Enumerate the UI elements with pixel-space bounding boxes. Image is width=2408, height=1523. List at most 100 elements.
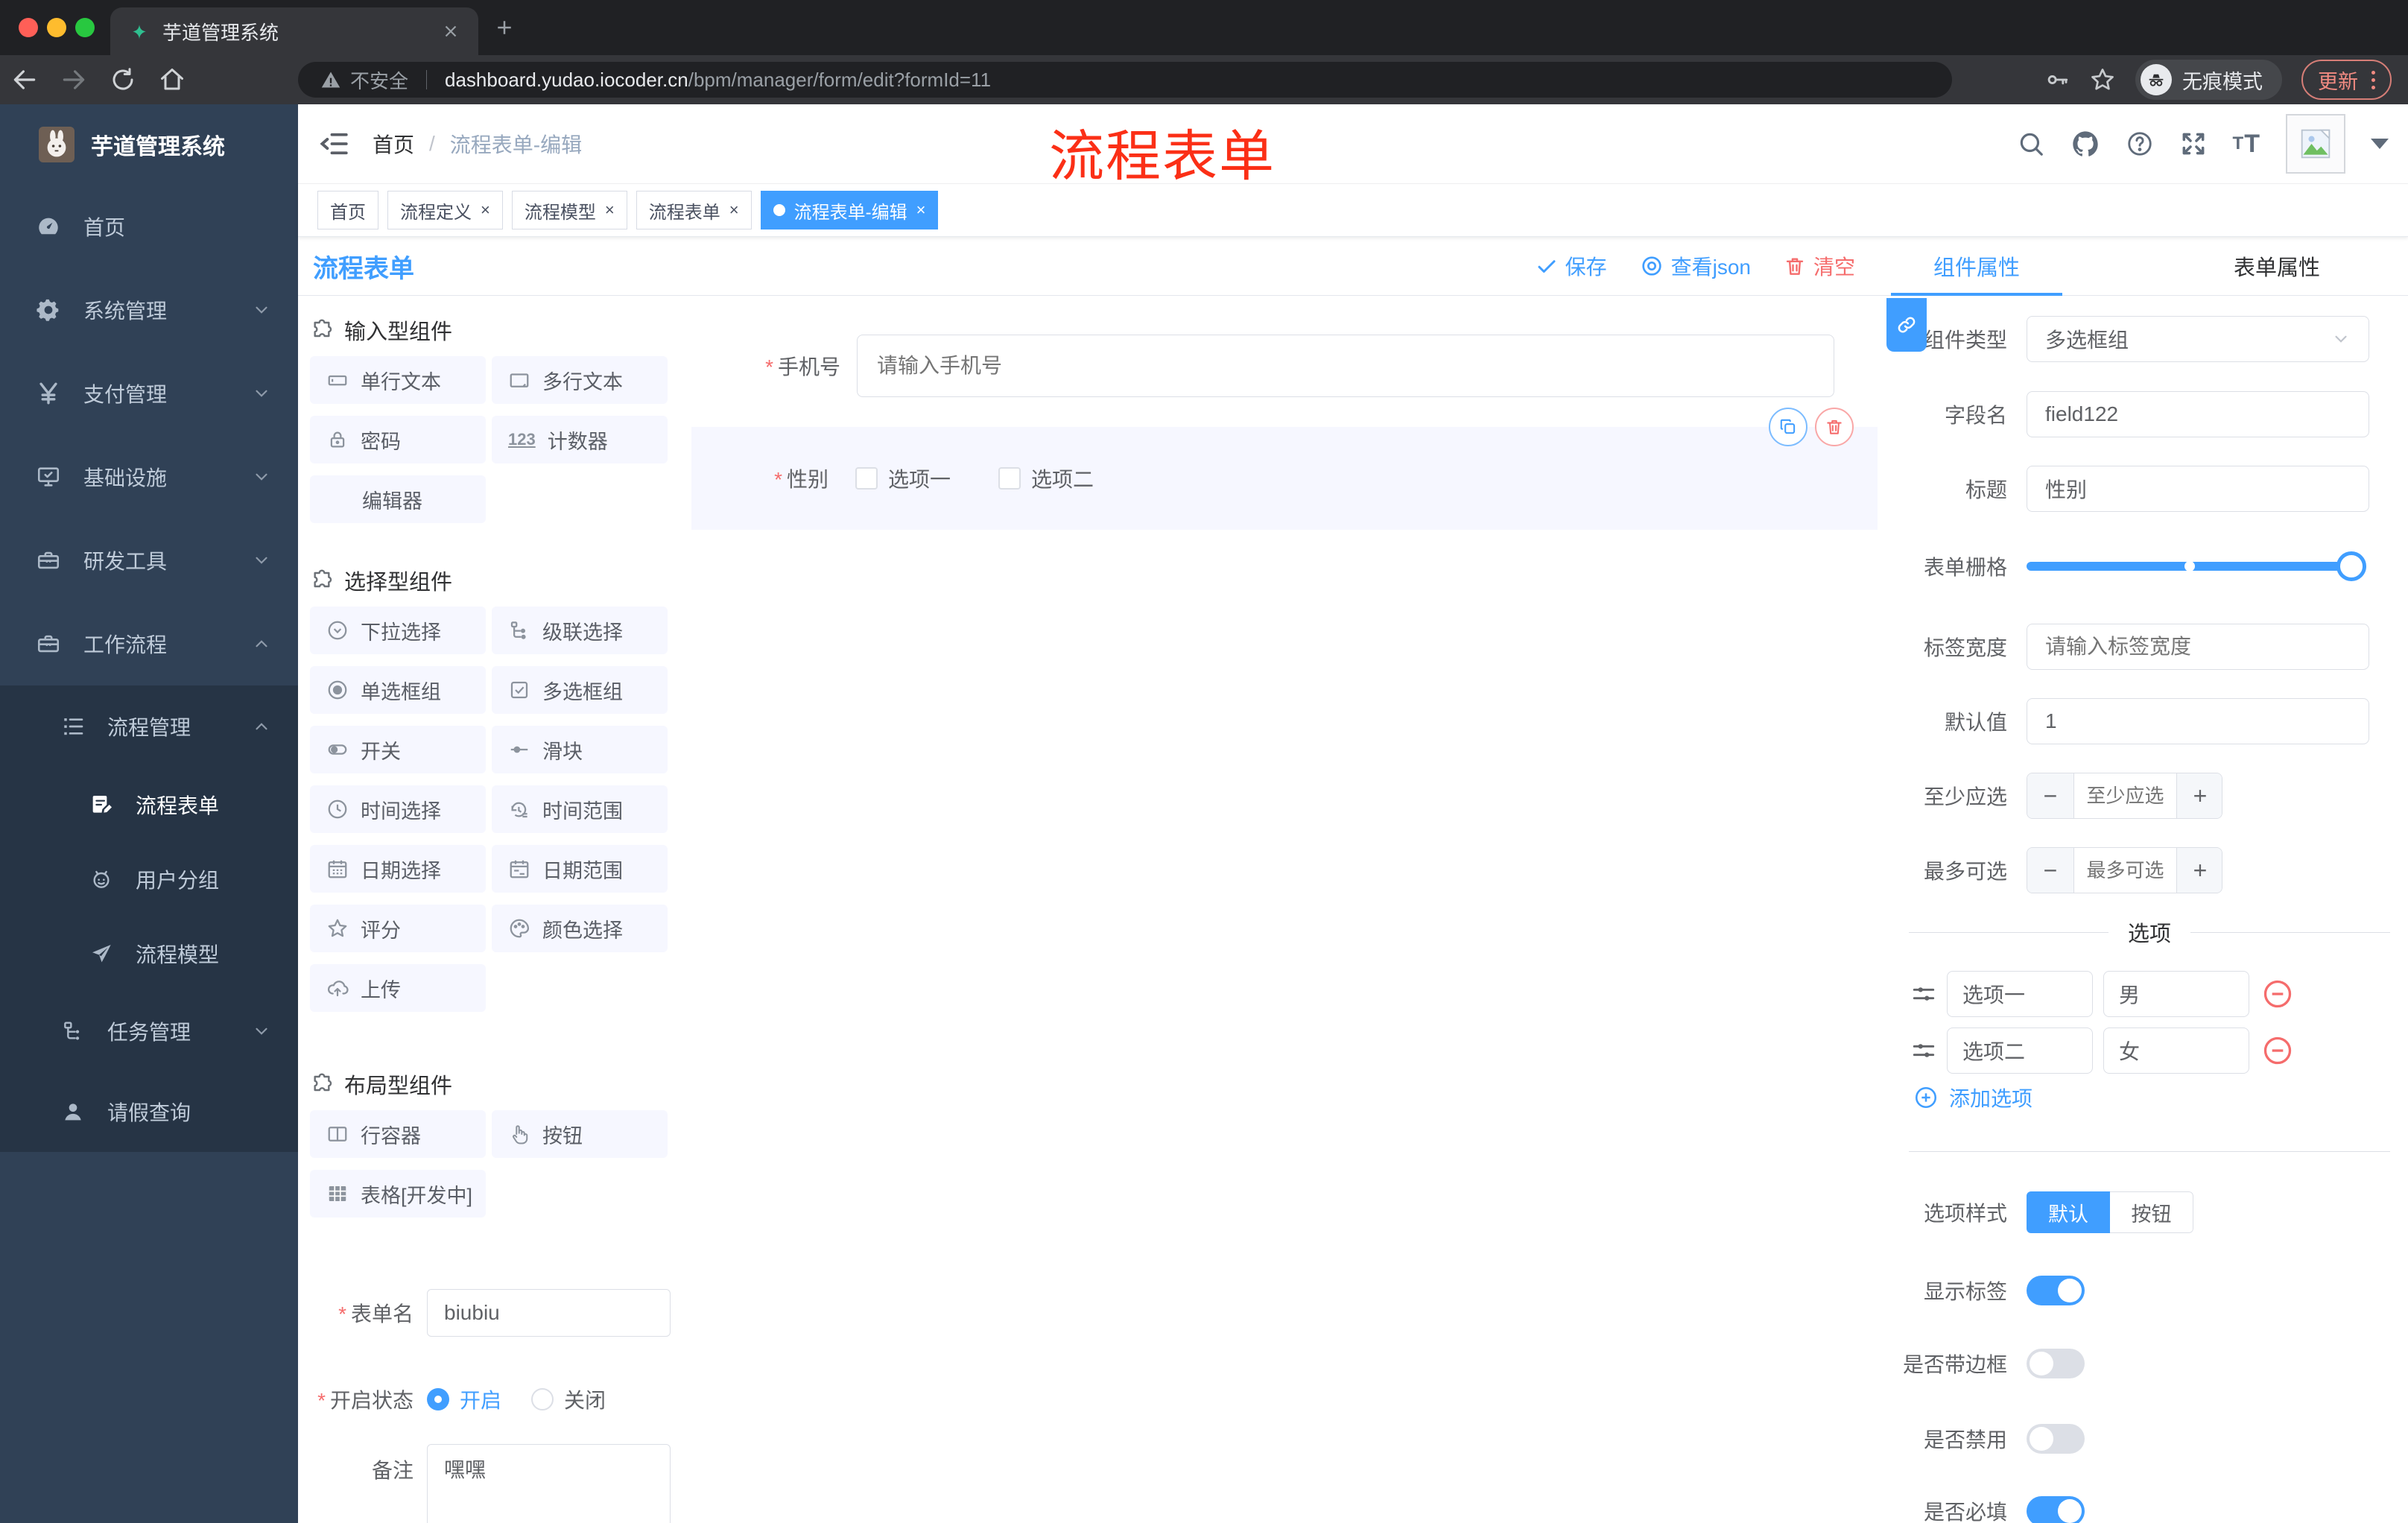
palette-item-date-range[interactable]: 日期范围 <box>492 845 668 893</box>
tag-process-form[interactable]: 流程表单 × <box>636 191 752 229</box>
increase-button[interactable]: + <box>2177 773 2222 818</box>
gender-option-1[interactable]: 选项一 <box>855 463 951 493</box>
sidebar-item-process-management[interactable]: 流程管理 <box>0 685 298 767</box>
tag-process-definition[interactable]: 流程定义 × <box>387 191 503 229</box>
tab-form-props[interactable]: 表单属性 <box>2234 250 2320 282</box>
tag-process-form-edit[interactable]: 流程表单-编辑 × <box>760 191 939 229</box>
sidebar-item-leave-query[interactable]: 请假查询 <box>0 1071 298 1152</box>
remove-option-button[interactable] <box>2261 1034 2294 1067</box>
tab-component-props[interactable]: 组件属性 <box>1891 250 2062 282</box>
style-button-button[interactable]: 按钮 <box>2110 1191 2193 1233</box>
required-switch[interactable] <box>2027 1496 2085 1523</box>
palette-item-editor[interactable]: 编辑器 <box>310 475 486 523</box>
increase-button[interactable]: + <box>2177 848 2222 893</box>
status-off-label[interactable]: 关闭 <box>564 1384 606 1414</box>
sidebar-item-devtools[interactable]: 研发工具 <box>0 519 298 602</box>
option2-value-input[interactable] <box>2103 1028 2249 1074</box>
field-name-input[interactable] <box>2027 391 2369 437</box>
phone-input[interactable] <box>857 335 1834 397</box>
save-button[interactable]: 保存 <box>1536 251 1607 281</box>
sidebar-item-workflow[interactable]: 工作流程 <box>0 602 298 685</box>
status-on-radio[interactable] <box>427 1388 449 1410</box>
back-icon[interactable] <box>0 66 49 94</box>
update-button[interactable]: 更新 <box>2301 60 2392 100</box>
palette-item-counter[interactable]: 123 计数器 <box>492 416 668 463</box>
label-width-input[interactable] <box>2027 624 2369 670</box>
fullscreen-icon[interactable] <box>2179 130 2208 158</box>
avatar[interactable] <box>2286 114 2345 174</box>
palette-item-password[interactable]: 密码 <box>310 416 486 463</box>
delete-component-button[interactable] <box>1815 408 1854 446</box>
sidebar-item-home[interactable]: 首页 <box>0 185 298 268</box>
tag-close-icon[interactable]: × <box>916 200 926 220</box>
help-icon[interactable] <box>2126 130 2154 158</box>
form-remark-textarea[interactable]: 嘿嘿 <box>427 1444 671 1523</box>
palette-item-time-picker[interactable]: 时间选择 <box>310 785 486 833</box>
key-icon[interactable] <box>2044 67 2070 92</box>
add-option-button[interactable]: 添加选项 <box>1913 1083 2032 1112</box>
max-select-input[interactable] <box>2073 848 2177 893</box>
sidebar-item-payment[interactable]: 支付管理 <box>0 352 298 435</box>
palette-item-switch[interactable]: 开关 <box>310 726 486 773</box>
status-on-label[interactable]: 开启 <box>460 1384 501 1414</box>
palette-item-time-range[interactable]: 时间范围 <box>492 785 668 833</box>
palette-item-button[interactable]: 按钮 <box>492 1110 668 1158</box>
drag-handle-icon[interactable] <box>1911 981 1936 1007</box>
forward-icon[interactable] <box>49 66 98 94</box>
palette-item-select[interactable]: 下拉选择 <box>310 607 486 654</box>
title-input[interactable] <box>2027 466 2369 512</box>
link-tab[interactable] <box>1886 298 1927 352</box>
form-name-input[interactable] <box>427 1289 671 1337</box>
sidebar-item-infrastructure[interactable]: 基础设施 <box>0 435 298 519</box>
browser-tab[interactable]: 芋道管理系统 <box>110 7 478 55</box>
clear-button[interactable]: 清空 <box>1784 251 1855 281</box>
tag-process-model[interactable]: 流程模型 × <box>511 191 627 229</box>
drag-handle-icon[interactable] <box>1911 1038 1936 1063</box>
grid-slider[interactable] <box>2027 543 2369 589</box>
sidebar-item-process-form[interactable]: 流程表单 <box>0 767 298 842</box>
tag-close-icon[interactable]: × <box>729 200 739 220</box>
window-minimize-button[interactable] <box>47 18 66 37</box>
hamburger-fold-icon[interactable] <box>319 128 350 159</box>
palette-item-row-container[interactable]: 行容器 <box>310 1110 486 1158</box>
decrease-button[interactable]: − <box>2027 848 2073 893</box>
checkbox-icon[interactable] <box>998 467 1021 490</box>
tag-close-icon[interactable]: × <box>481 200 490 220</box>
palette-item-date-picker[interactable]: 日期选择 <box>310 845 486 893</box>
palette-item-checkbox-group[interactable]: 多选框组 <box>492 666 668 714</box>
view-json-button[interactable]: 查看json <box>1640 251 1751 281</box>
slider-handle[interactable] <box>2336 551 2366 581</box>
style-default-button[interactable]: 默认 <box>2027 1191 2110 1233</box>
sidebar-item-process-model[interactable]: 流程模型 <box>0 916 298 991</box>
new-tab-button[interactable] <box>493 16 516 39</box>
home-icon[interactable] <box>148 66 197 93</box>
font-size-icon[interactable]: TT <box>2233 130 2260 159</box>
canvas-field-gender-selected[interactable]: * 性别 选项一 选项二 <box>691 427 1878 530</box>
tag-home[interactable]: 首页 <box>317 191 378 229</box>
bookmark-star-icon[interactable] <box>2089 66 2116 93</box>
sidebar-item-user-group[interactable]: 用户分组 <box>0 842 298 916</box>
breadcrumb-home[interactable]: 首页 <box>373 129 414 159</box>
show-label-switch[interactable] <box>2027 1276 2085 1305</box>
min-select-input[interactable] <box>2073 773 2177 818</box>
sidebar-logo[interactable]: 芋道管理系统 <box>0 104 298 185</box>
sidebar-item-task-management[interactable]: 任务管理 <box>0 991 298 1071</box>
palette-item-table[interactable]: 表格[开发中] <box>310 1170 486 1218</box>
default-value-input[interactable] <box>2027 698 2369 744</box>
palette-item-cascader[interactable]: 级联选择 <box>492 607 668 654</box>
reload-icon[interactable] <box>98 66 148 93</box>
with-border-switch[interactable] <box>2027 1349 2085 1378</box>
disabled-switch[interactable] <box>2027 1424 2085 1454</box>
browser-menu-icon[interactable] <box>2371 70 2375 89</box>
palette-item-textarea[interactable]: 多行文本 <box>492 356 668 404</box>
status-off-radio[interactable] <box>531 1388 554 1410</box>
sidebar-item-system[interactable]: 系统管理 <box>0 268 298 352</box>
window-zoom-button[interactable] <box>75 18 95 37</box>
palette-item-color-picker[interactable]: 颜色选择 <box>492 905 668 952</box>
search-icon[interactable] <box>2017 130 2045 158</box>
option1-value-input[interactable] <box>2103 971 2249 1017</box>
gender-option-2[interactable]: 选项二 <box>998 463 1094 493</box>
option2-text-input[interactable] <box>1947 1028 2093 1074</box>
palette-item-slider[interactable]: 滑块 <box>492 726 668 773</box>
remove-option-button[interactable] <box>2261 978 2294 1010</box>
